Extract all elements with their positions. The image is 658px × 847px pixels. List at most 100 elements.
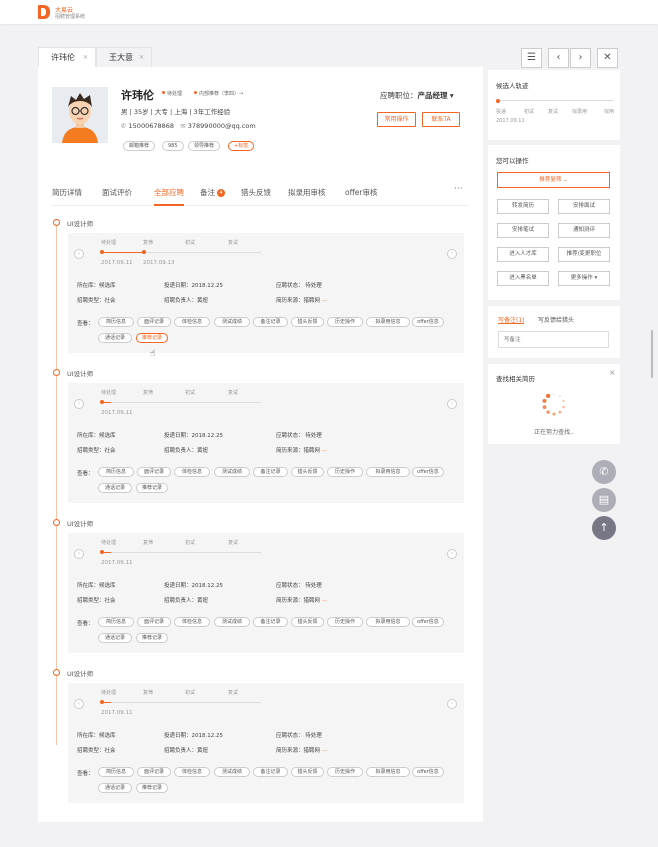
view-record-button[interactable]: 简历信息: [98, 317, 134, 327]
scroll-left-icon[interactable]: ‹: [74, 699, 84, 709]
timeline-dot: [53, 369, 60, 376]
view-record-button[interactable]: 面评记录: [137, 767, 171, 777]
view-record-button[interactable]: 简历信息: [98, 767, 134, 777]
page-scrollbar[interactable]: [651, 330, 653, 378]
action-button[interactable]: 通知测评: [558, 223, 610, 238]
view-record-button[interactable]: 推荐记录: [136, 483, 168, 493]
chevron-down-icon: ⌄: [563, 177, 568, 183]
view-record-button[interactable]: 通话记录: [98, 483, 132, 493]
view-record-button[interactable]: 体检信息: [174, 317, 210, 327]
close-icon[interactable]: ✕: [597, 48, 618, 68]
source-tag[interactable]: 内部推荐（李四）→: [194, 90, 243, 97]
more-tabs-icon[interactable]: ···: [454, 184, 463, 194]
tab-offer-intent-review[interactable]: 拟录用审核: [288, 187, 326, 198]
back-to-top-icon[interactable]: ↑: [592, 516, 616, 540]
view-record-button[interactable]: 通话记录: [98, 783, 132, 793]
timeline-dot: [53, 219, 60, 226]
view-record-button[interactable]: 猎头反馈: [291, 617, 324, 627]
action-button[interactable]: 进入黑名单: [497, 271, 549, 286]
stage-dot: [100, 400, 104, 404]
close-icon[interactable]: ×: [609, 368, 616, 377]
action-button[interactable]: 推荐/变更职位: [558, 247, 610, 262]
stage-label: 复试: [228, 540, 239, 546]
view-record-button[interactable]: 体检信息: [174, 467, 210, 477]
view-record-button[interactable]: 测试成绩: [214, 767, 250, 777]
view-label: 查看：: [77, 621, 94, 627]
scroll-right-icon[interactable]: ›: [447, 249, 457, 259]
view-record-button[interactable]: 推荐记录: [136, 783, 168, 793]
view-record-button[interactable]: 历史操作: [327, 767, 363, 777]
note-subtitle[interactable]: 写反馈给猎头: [538, 315, 574, 324]
phone-call-icon[interactable]: ✆: [592, 460, 616, 484]
action-button[interactable]: 进入人才库: [497, 247, 549, 262]
view-record-button[interactable]: 猎头反馈: [291, 467, 324, 477]
action-button[interactable]: 转发简历: [497, 199, 549, 214]
tab-candidate-1[interactable]: 许玮伦 ✕: [38, 47, 96, 67]
stage-dot: [100, 700, 104, 704]
tab-resume[interactable]: 简历详情: [52, 187, 82, 198]
view-record-button[interactable]: offer信息: [412, 767, 444, 777]
trajectory-dot: [496, 99, 500, 103]
view-record-button[interactable]: 备注记录: [253, 617, 288, 627]
view-record-button[interactable]: 通话记录: [98, 333, 132, 343]
view-record-button[interactable]: 推荐记录: [136, 333, 168, 343]
scroll-right-icon[interactable]: ›: [447, 549, 457, 559]
view-record-button[interactable]: 测试成绩: [214, 617, 250, 627]
scroll-right-icon[interactable]: ›: [447, 399, 457, 409]
stage-label: 复试: [228, 240, 239, 246]
action-button[interactable]: 更多操作 ▾: [558, 271, 610, 286]
view-record-button[interactable]: 备注记录: [253, 317, 288, 327]
document-icon[interactable]: ▤: [592, 488, 616, 512]
view-record-button[interactable]: 历史操作: [327, 617, 363, 627]
notes-count-badge: 4: [217, 189, 225, 197]
recommend-screening-button[interactable]: 推荐复筛 ⌄: [497, 172, 610, 188]
tab-notes[interactable]: 备注 4: [200, 187, 225, 198]
view-record-button[interactable]: 历史操作: [327, 467, 363, 477]
next-icon[interactable]: ›: [570, 48, 591, 68]
close-tab-icon[interactable]: ✕: [83, 48, 88, 68]
view-record-button[interactable]: 推荐记录: [136, 633, 168, 643]
action-button[interactable]: 安排面试: [558, 199, 610, 214]
view-record-button[interactable]: 猎头反馈: [291, 317, 324, 327]
common-ops-button[interactable]: 常用操作: [377, 112, 416, 127]
scroll-right-icon[interactable]: ›: [447, 699, 457, 709]
view-record-button[interactable]: 拟录用信息: [366, 767, 410, 777]
view-record-button[interactable]: 备注记录: [253, 467, 288, 477]
view-record-button[interactable]: 体检信息: [174, 617, 210, 627]
view-record-button[interactable]: 简历信息: [98, 467, 134, 477]
view-record-button[interactable]: 拟录用信息: [366, 317, 410, 327]
view-record-button[interactable]: 面评记录: [137, 317, 171, 327]
view-record-button[interactable]: 测试成绩: [214, 467, 250, 477]
view-record-button[interactable]: 面评记录: [137, 467, 171, 477]
view-record-button[interactable]: offer信息: [412, 617, 444, 627]
view-record-button[interactable]: 面评记录: [137, 617, 171, 627]
view-record-button[interactable]: offer信息: [412, 317, 444, 327]
scroll-left-icon[interactable]: ‹: [74, 249, 84, 259]
view-record-button[interactable]: 猎头反馈: [291, 767, 324, 777]
tab-offer-review[interactable]: offer审核: [345, 187, 377, 198]
view-record-button[interactable]: 历史操作: [327, 317, 363, 327]
view-record-button[interactable]: offer信息: [412, 467, 444, 477]
scroll-left-icon[interactable]: ‹: [74, 399, 84, 409]
view-record-button[interactable]: 体检信息: [174, 767, 210, 777]
tab-all-applications[interactable]: 全部应聘: [154, 187, 184, 198]
prev-icon[interactable]: ‹: [548, 48, 569, 68]
menu-icon[interactable]: ☰: [521, 48, 542, 68]
view-record-button[interactable]: 通话记录: [98, 633, 132, 643]
view-record-button[interactable]: 备注记录: [253, 767, 288, 777]
contact-button[interactable]: 联系TA: [422, 112, 460, 127]
position-selector[interactable]: 应聘职位：产品经理 ▾: [380, 90, 454, 101]
tab-candidate-2[interactable]: 王大意 ✕: [96, 47, 152, 67]
view-record-button[interactable]: 拟录用信息: [366, 617, 410, 627]
view-record-button[interactable]: 简历信息: [98, 617, 134, 627]
add-tag-button[interactable]: +标签: [228, 141, 255, 151]
action-button[interactable]: 安排笔试: [497, 223, 549, 238]
view-record-button[interactable]: 测试成绩: [214, 317, 250, 327]
close-tab-icon[interactable]: ✕: [139, 48, 144, 68]
tab-headhunter-feedback[interactable]: 猎头反馈: [241, 187, 271, 198]
view-record-button[interactable]: 拟录用信息: [366, 467, 410, 477]
scroll-left-icon[interactable]: ‹: [74, 549, 84, 559]
tag-chip: 邮箱推荐: [123, 141, 156, 151]
note-input[interactable]: [498, 331, 609, 348]
tab-interview-eval[interactable]: 面试评价: [102, 187, 132, 198]
